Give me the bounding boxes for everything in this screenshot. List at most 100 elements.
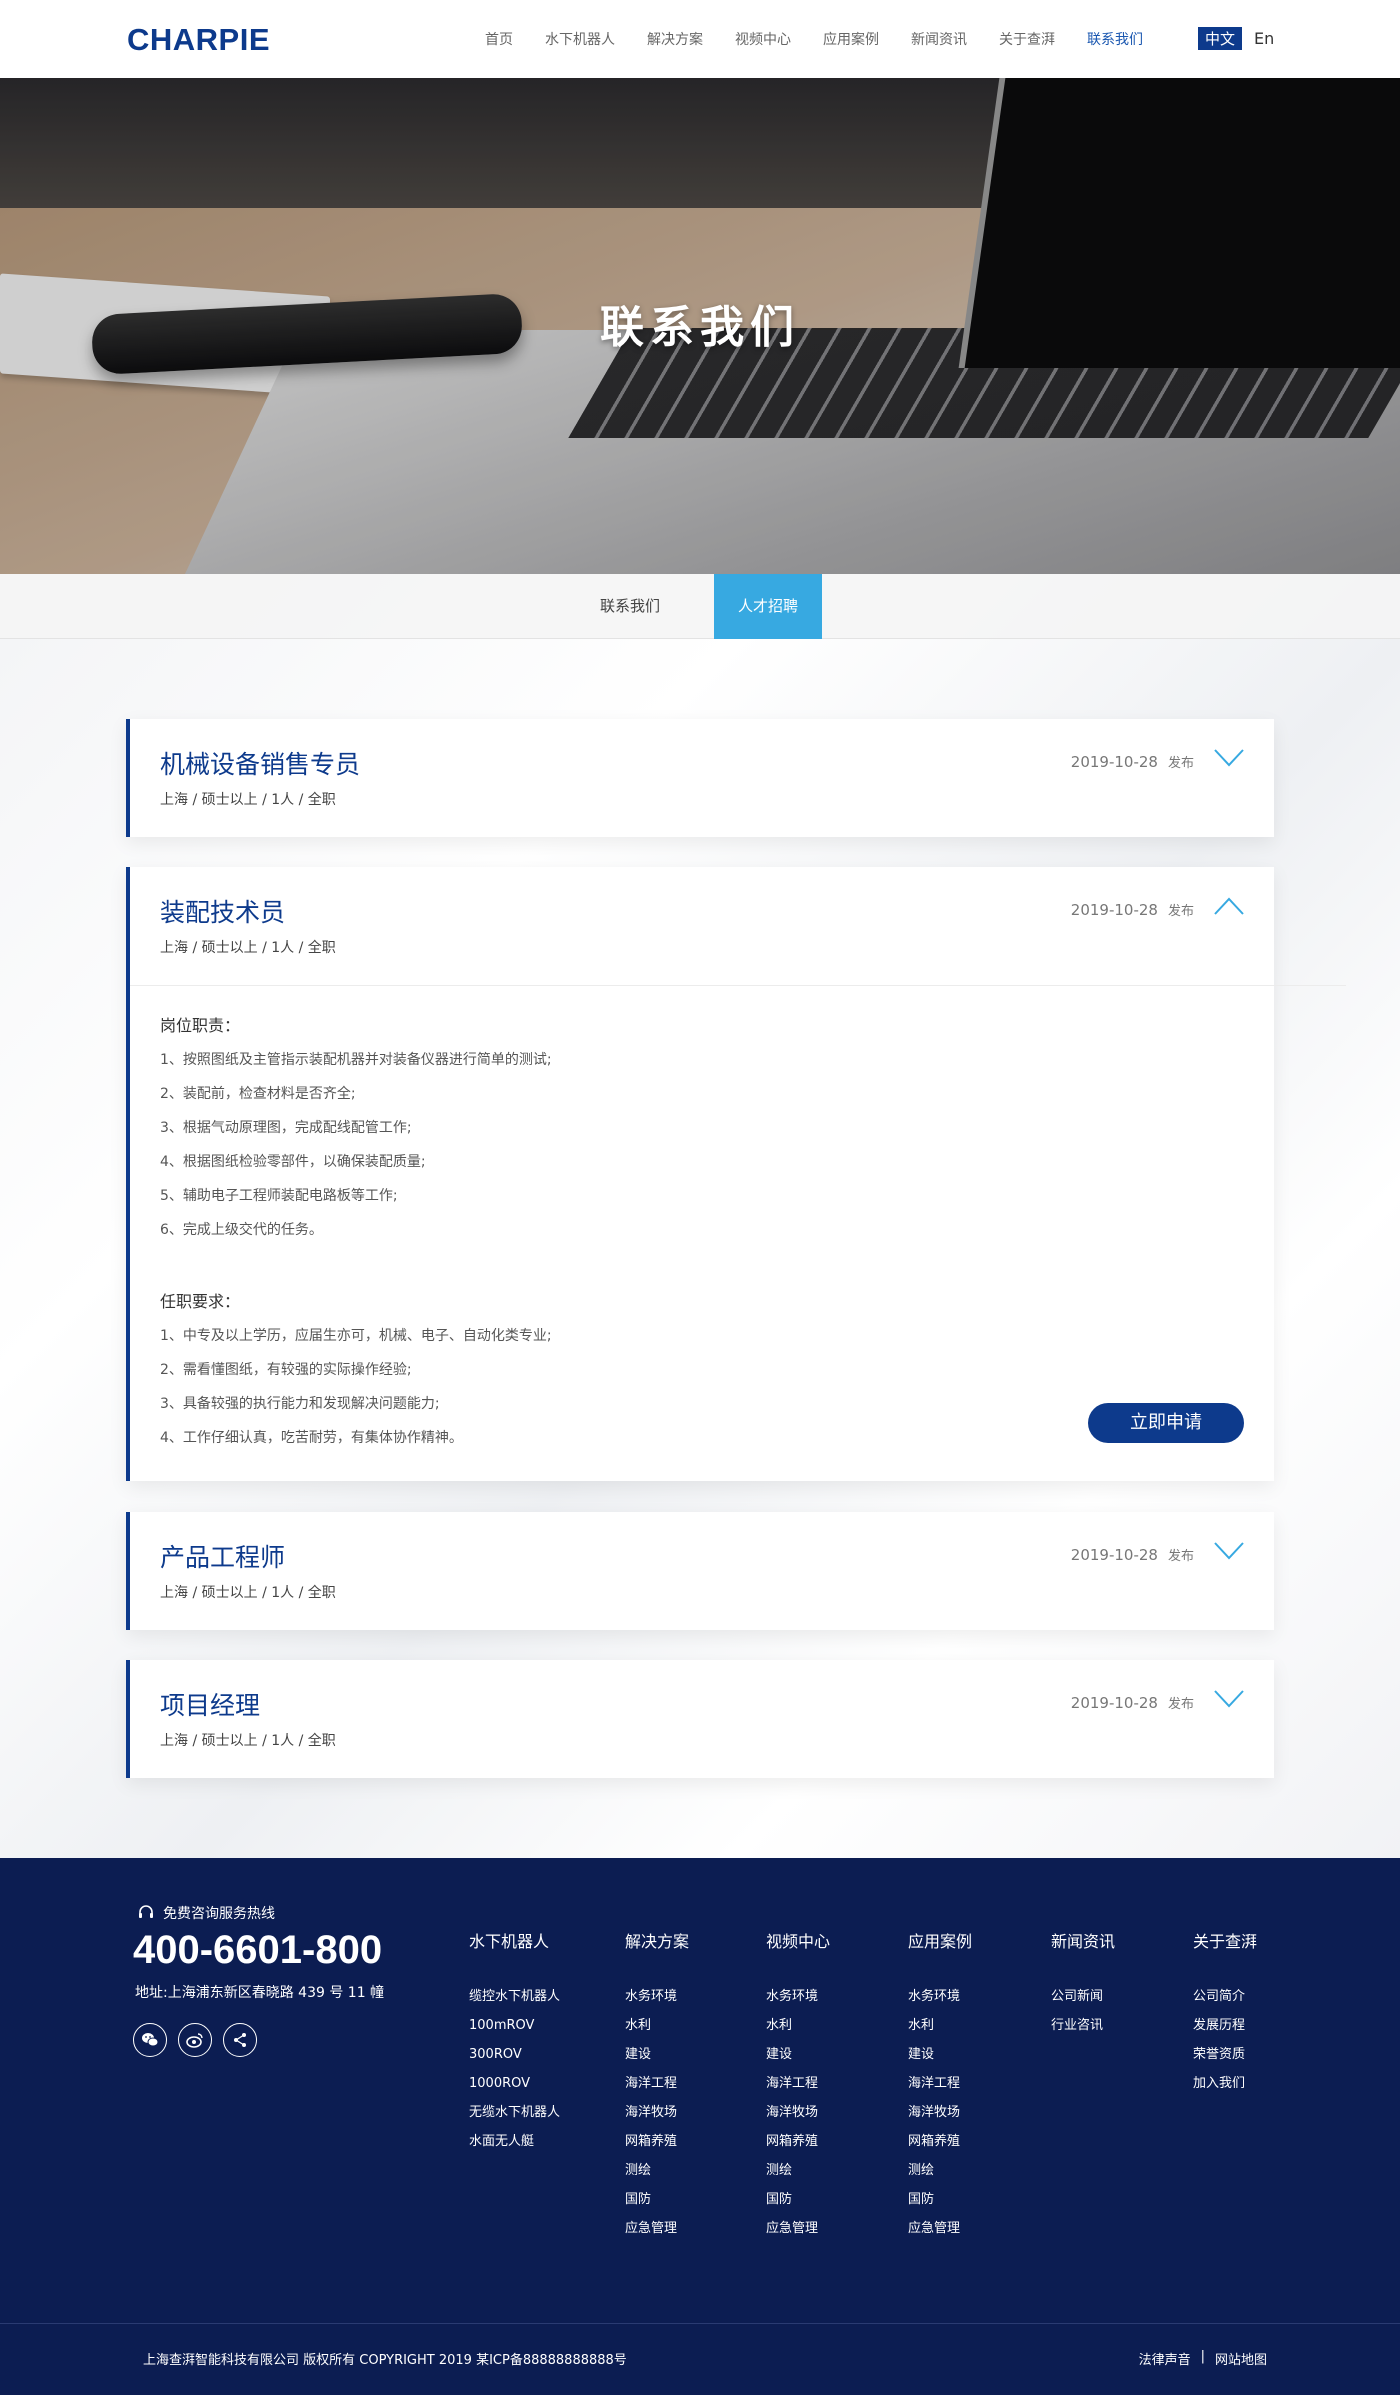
footer-link[interactable]: 无缆水下机器人 bbox=[469, 2105, 560, 2134]
footer-link[interactable]: 1000ROV bbox=[469, 2076, 560, 2105]
footer-link[interactable]: 国防 bbox=[908, 2192, 972, 2221]
company-address: 地址:上海浦东新区春晓路 439 号 11 幢 bbox=[135, 1985, 385, 2001]
job-meta: 上海 / 硕士以上 / 1人 / 全职 bbox=[160, 1585, 336, 1601]
headset-icon bbox=[139, 1905, 153, 1918]
footer-column-title[interactable]: 水下机器人 bbox=[469, 1928, 560, 1952]
job-title: 项目经理 bbox=[160, 1691, 261, 1720]
footer-link[interactable]: 测绘 bbox=[625, 2163, 689, 2192]
footer-link[interactable]: 海洋牧场 bbox=[625, 2105, 689, 2134]
footer-link[interactable]: 公司新闻 bbox=[1051, 1989, 1115, 2018]
weibo-icon[interactable] bbox=[178, 2023, 212, 2057]
wechat-icon[interactable] bbox=[133, 2023, 167, 2057]
footer-link[interactable]: 国防 bbox=[625, 2192, 689, 2221]
share-icon[interactable] bbox=[223, 2023, 257, 2057]
banner-title: 联系我们 bbox=[600, 302, 800, 353]
apply-button[interactable]: 立即申请 bbox=[1088, 1403, 1244, 1443]
lang-en-button[interactable]: En bbox=[1254, 29, 1274, 48]
footer-link[interactable]: 应急管理 bbox=[908, 2221, 972, 2250]
job-date: 2019-10-28 发布 bbox=[1071, 1693, 1194, 1712]
footer-link[interactable]: 建设 bbox=[766, 2047, 830, 2076]
footer-column-title[interactable]: 关于查湃 bbox=[1193, 1928, 1257, 1952]
nav-item-about[interactable]: 关于查湃 bbox=[999, 29, 1055, 49]
job-date-value: 2019-10-28 bbox=[1070, 901, 1158, 919]
job-card[interactable]: 产品工程师 上海 / 硕士以上 / 1人 / 全职 2019-10-28 发布 bbox=[126, 1512, 1274, 1630]
hotline-number[interactable]: 400-6601-800 bbox=[133, 1928, 382, 1973]
job-card-expanded[interactable]: 装配技术员 上海 / 硕士以上 / 1人 / 全职 2019-10-28 发布 岗… bbox=[126, 867, 1346, 1481]
job-title: 机械设备销售专员 bbox=[160, 750, 361, 779]
chevron-down-icon[interactable] bbox=[1214, 1690, 1244, 1708]
sitemap-link[interactable]: 网站地图 bbox=[1215, 2349, 1267, 2368]
tab-recruit[interactable]: 人才招聘 bbox=[714, 574, 822, 639]
footer-link[interactable]: 水面无人艇 bbox=[469, 2134, 560, 2163]
footer-column-title[interactable]: 解决方案 bbox=[625, 1928, 689, 1952]
nav-item-cases[interactable]: 应用案例 bbox=[823, 29, 879, 49]
chevron-down-icon[interactable] bbox=[1214, 1542, 1244, 1560]
footer-link[interactable]: 测绘 bbox=[908, 2163, 972, 2192]
footer-link[interactable]: 300ROV bbox=[469, 2047, 560, 2076]
footer-link[interactable]: 水利 bbox=[766, 2018, 830, 2047]
footer-link[interactable]: 网箱养殖 bbox=[766, 2134, 830, 2163]
nav-item-news[interactable]: 新闻资讯 bbox=[911, 29, 967, 49]
nav-item-videos[interactable]: 视频中心 bbox=[735, 29, 791, 49]
footer-link[interactable]: 行业咨讯 bbox=[1051, 2018, 1115, 2047]
footer-link[interactable]: 水务环境 bbox=[908, 1989, 972, 2018]
nav-item-robots[interactable]: 水下机器人 bbox=[545, 29, 615, 49]
footer-link[interactable]: 建设 bbox=[908, 2047, 972, 2076]
job-date-value: 2019-10-28 bbox=[1070, 1694, 1158, 1712]
nav-item-solutions[interactable]: 解决方案 bbox=[647, 29, 703, 49]
duty-item: 1、按照图纸及主管指示装配机器并对装备仪器进行简单的测试; bbox=[160, 1052, 552, 1068]
footer-link[interactable]: 海洋工程 bbox=[908, 2076, 972, 2105]
footer-link[interactable]: 发展历程 bbox=[1193, 2018, 1257, 2047]
footer-column-about: 关于查湃 公司简介 发展历程 荣誉资质 加入我们 bbox=[1193, 1928, 1257, 2105]
footer-link[interactable]: 建设 bbox=[625, 2047, 689, 2076]
job-title: 产品工程师 bbox=[160, 1543, 286, 1572]
nav-item-home[interactable]: 首页 bbox=[485, 29, 513, 49]
footer-link[interactable]: 水利 bbox=[625, 2018, 689, 2047]
footer-column-cases: 应用案例 水务环境 水利 建设 海洋工程 海洋牧场 网箱养殖 测绘 国防 应急管… bbox=[908, 1928, 972, 2250]
legal-notice-link[interactable]: 法律声音 bbox=[1139, 2349, 1191, 2368]
main-nav: 首页 水下机器人 解决方案 视频中心 应用案例 新闻资讯 关于查湃 联系我们 bbox=[485, 0, 1175, 78]
job-card[interactable]: 机械设备销售专员 上海 / 硕士以上 / 1人 / 全职 2019-10-28 发… bbox=[126, 719, 1274, 837]
nav-item-contact[interactable]: 联系我们 bbox=[1087, 29, 1143, 49]
footer-link[interactable]: 海洋牧场 bbox=[766, 2105, 830, 2134]
job-date-value: 2019-10-28 bbox=[1070, 1546, 1158, 1564]
footer-link[interactable]: 加入我们 bbox=[1193, 2076, 1257, 2105]
requirements-title: 任职要求： bbox=[160, 1292, 241, 1311]
footer-link[interactable]: 缆控水下机器人 bbox=[469, 1989, 560, 2018]
job-card[interactable]: 项目经理 上海 / 硕士以上 / 1人 / 全职 2019-10-28 发布 bbox=[126, 1660, 1274, 1778]
footer-column-title[interactable]: 应用案例 bbox=[908, 1928, 972, 1952]
footer-link[interactable]: 网箱养殖 bbox=[625, 2134, 689, 2163]
chevron-down-icon[interactable] bbox=[1214, 749, 1244, 767]
job-date: 2019-10-28 发布 bbox=[1071, 1545, 1194, 1564]
footer-link[interactable]: 荣誉资质 bbox=[1193, 2047, 1257, 2076]
footer-link[interactable]: 100mROV bbox=[469, 2018, 560, 2047]
hero-banner: 联系我们 bbox=[0, 78, 1400, 574]
footer-link[interactable]: 海洋工程 bbox=[766, 2076, 830, 2105]
hotline-label-text: 免费咨询服务热线 bbox=[163, 1906, 275, 1922]
footer-column-title[interactable]: 视频中心 bbox=[766, 1928, 830, 1952]
sub-tabs: 联系我们 人才招聘 bbox=[0, 574, 1400, 639]
footer-column-robots: 水下机器人 缆控水下机器人 100mROV 300ROV 1000ROV 无缆水… bbox=[469, 1928, 560, 2163]
job-date: 2019-10-28 发布 bbox=[1071, 752, 1194, 771]
lang-cn-button[interactable]: 中文 bbox=[1198, 27, 1243, 50]
social-links bbox=[133, 2023, 268, 2057]
footer-link[interactable]: 水利 bbox=[908, 2018, 972, 2047]
footer-link[interactable]: 网箱养殖 bbox=[908, 2134, 972, 2163]
footer-link[interactable]: 水务环境 bbox=[625, 1989, 689, 2018]
footer-link[interactable]: 公司简介 bbox=[1193, 1989, 1257, 2018]
chevron-up-icon[interactable] bbox=[1214, 897, 1244, 915]
job-date-value: 2019-10-28 bbox=[1070, 753, 1158, 771]
footer-link[interactable]: 海洋牧场 bbox=[908, 2105, 972, 2134]
footer-link[interactable]: 水务环境 bbox=[766, 1989, 830, 2018]
tab-contact[interactable]: 联系我们 bbox=[580, 574, 680, 639]
job-date-suffix: 发布 bbox=[1167, 1697, 1194, 1712]
footer-link[interactable]: 测绘 bbox=[766, 2163, 830, 2192]
footer-link[interactable]: 海洋工程 bbox=[625, 2076, 689, 2105]
footer-column-title[interactable]: 新闻资讯 bbox=[1051, 1928, 1115, 1952]
footer-link[interactable]: 应急管理 bbox=[625, 2221, 689, 2250]
logo[interactable]: CHARPIE bbox=[127, 22, 270, 58]
job-title: 装配技术员 bbox=[160, 898, 286, 927]
recruit-section: 联系我们 人才招聘 机械设备销售专员 上海 / 硕士以上 / 1人 / 全职 2… bbox=[0, 574, 1400, 1858]
footer-link[interactable]: 应急管理 bbox=[766, 2221, 830, 2250]
footer-link[interactable]: 国防 bbox=[766, 2192, 830, 2221]
